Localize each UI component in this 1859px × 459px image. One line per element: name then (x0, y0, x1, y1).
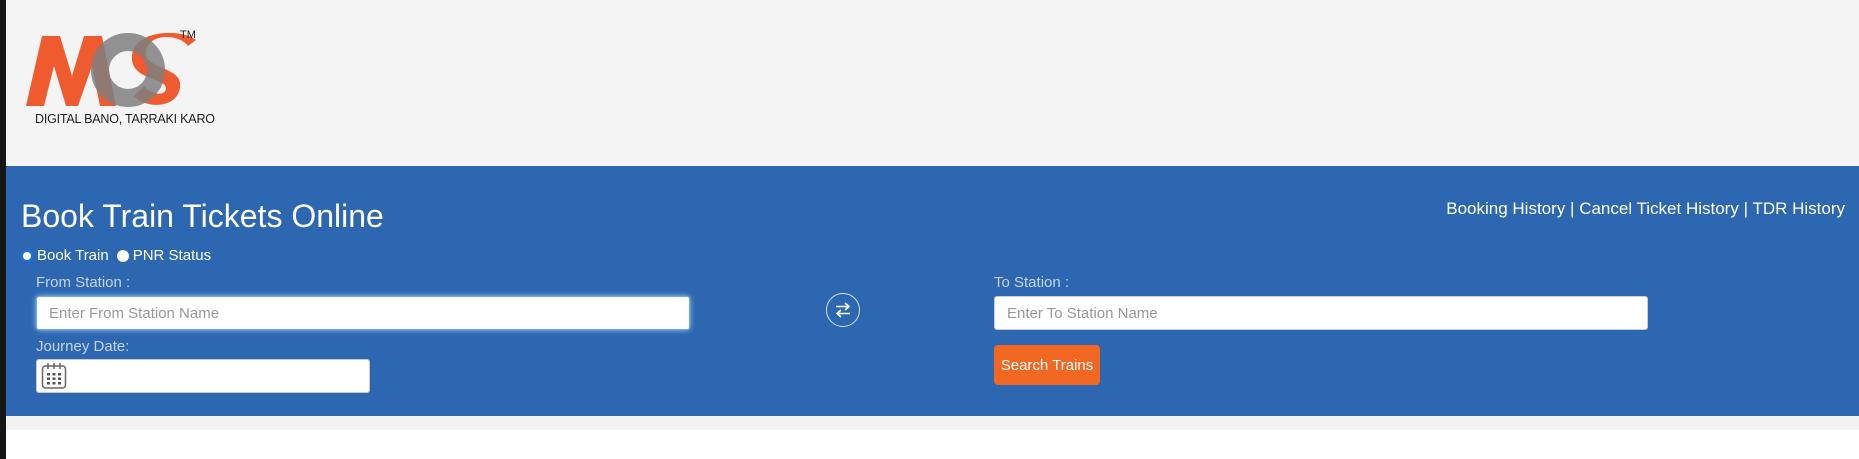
header: TM DIGITAL BANO, TARRAKI KARO (6, 0, 1859, 166)
to-station-input[interactable]: Enter To Station Name (994, 296, 1648, 330)
to-station-label: To Station : (994, 274, 1070, 291)
mode-radio-group: Book Train PNR Status (21, 247, 211, 264)
history-links: Booking History | Cancel Ticket History … (1446, 199, 1845, 219)
swap-stations-button[interactable] (826, 293, 860, 327)
cancel-ticket-history-link[interactable]: Cancel Ticket History (1579, 199, 1739, 218)
booking-history-link[interactable]: Booking History (1446, 199, 1565, 218)
from-station-label: From Station : (36, 274, 131, 291)
divider-strip (6, 416, 1859, 430)
swap-arrows-icon (835, 302, 851, 318)
search-trains-button[interactable]: Search Trains (994, 345, 1100, 385)
calendar-icon[interactable] (41, 362, 67, 390)
book-train-label[interactable]: Book Train (37, 247, 109, 264)
link-separator: | (1570, 199, 1575, 218)
journey-date-input[interactable] (36, 359, 370, 393)
mos-logo: TM DIGITAL BANO, TARRAKI KARO (20, 26, 215, 130)
booking-panel: Book Train Tickets Online Booking Histor… (6, 166, 1859, 416)
page-title: Book Train Tickets Online (21, 198, 384, 234)
logo-tagline: DIGITAL BANO, TARRAKI KARO (35, 112, 215, 126)
pnr-status-radio[interactable] (116, 249, 129, 262)
from-station-input[interactable]: Enter From Station Name (36, 296, 690, 330)
link-separator: | (1743, 199, 1749, 218)
pnr-status-label[interactable]: PNR Status (133, 247, 211, 264)
tdr-history-link[interactable]: TDR History (1752, 199, 1845, 218)
book-train-radio[interactable] (21, 249, 33, 262)
svg-text:TM: TM (180, 29, 196, 41)
journey-date-label: Journey Date: (36, 338, 130, 355)
